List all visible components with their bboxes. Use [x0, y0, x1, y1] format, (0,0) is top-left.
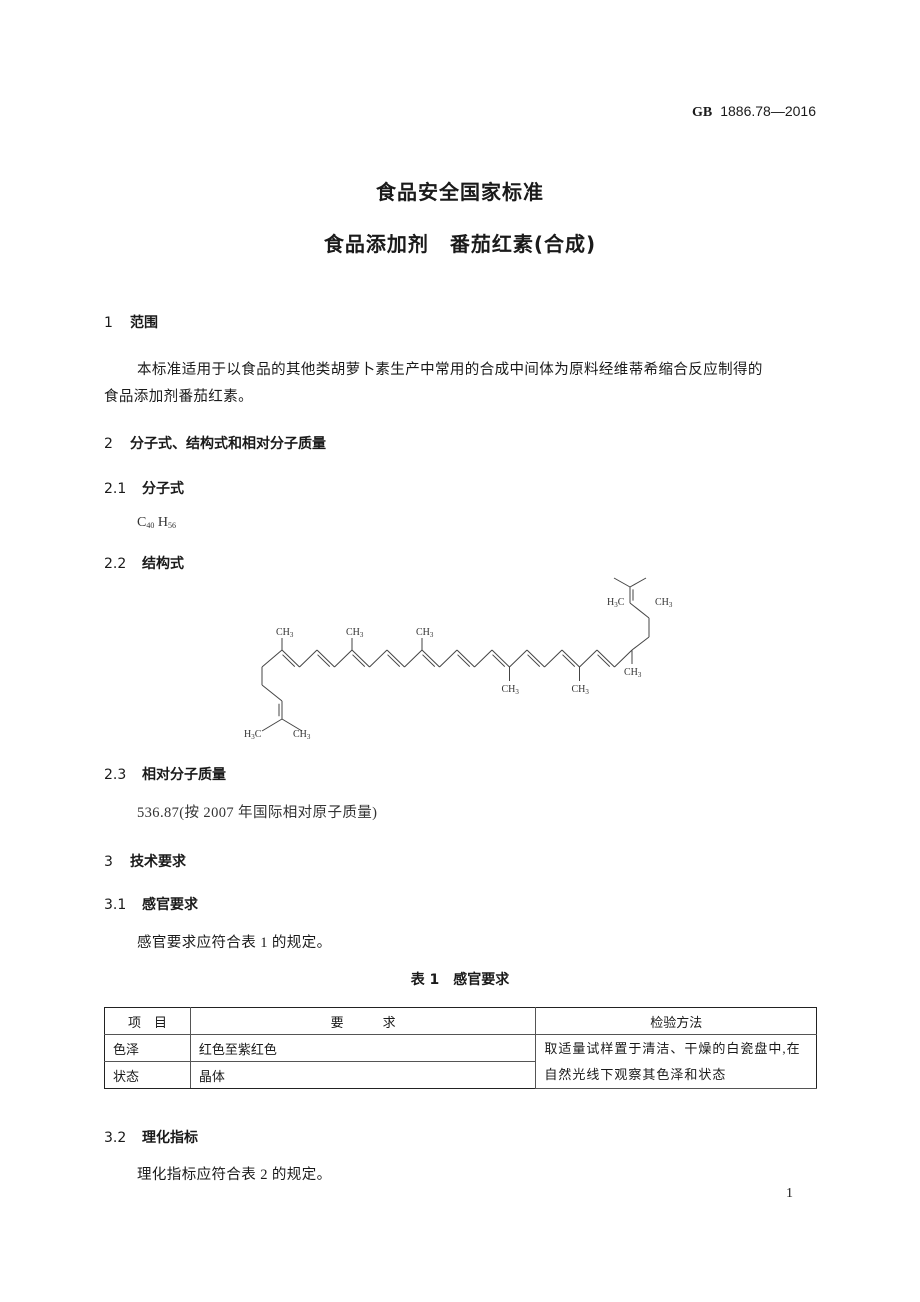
molecule-bonds	[261, 577, 650, 732]
single-bond	[334, 649, 353, 668]
double-bond	[316, 649, 335, 668]
molecule-labels: H3C CH3 CH3 CH3 CH3 CH3 CH3 CH3 H3C CH3	[244, 597, 673, 741]
table-1-caption: 表 1 感官要求	[410, 972, 510, 988]
section-3-2-heading: 3.2 理化指标	[104, 1127, 198, 1147]
table-header-item: 项 目	[104, 1007, 191, 1035]
structural-formula: H3C CH3 CH3 CH3 CH3 CH3 CH3 CH3 H3C CH3	[244, 577, 673, 741]
double-bond	[351, 649, 370, 668]
single-bond	[579, 649, 598, 668]
double-bond	[561, 649, 580, 668]
single-bond	[613, 577, 631, 588]
table-cell-method: 取适量试样置于清洁、干燥的白瓷盘中,在 自然光线下观察其色泽和状态	[535, 1034, 817, 1089]
table-row: 色泽 红色至紫红色 取适量试样置于清洁、干燥的白瓷盘中,在 自然光线下观察其色泽…	[104, 1034, 817, 1089]
single-bond	[509, 649, 528, 668]
section-number: 2.3	[104, 767, 127, 783]
section-title: 技术要求	[130, 854, 186, 870]
single-bond	[474, 649, 493, 668]
table-cell-item: 色泽	[104, 1034, 191, 1062]
methyl-label-ch3: CH3	[293, 729, 311, 741]
section-title: 理化指标	[142, 1130, 198, 1146]
section-2-3-heading: 2.3 相对分子质量	[104, 764, 226, 784]
method-line1: 取适量试样置于清洁、干燥的白瓷盘中,在	[544, 1040, 801, 1056]
single-bond	[629, 602, 650, 619]
methyl-label-ch3: CH3	[572, 684, 590, 696]
single-bond	[629, 577, 647, 588]
single-bond	[261, 684, 283, 702]
section-title: 相对分子质量	[142, 767, 226, 783]
molecular-mass: 536.87(按 2007 年国际相对原子质量)	[137, 805, 378, 821]
single-bond	[439, 649, 458, 668]
double-bond	[456, 649, 475, 668]
section-number: 3.2	[104, 1130, 127, 1146]
table-header-requirement: 要 求	[189, 1007, 537, 1035]
double-bond	[421, 649, 440, 668]
methyl-label-ch3: CH3	[624, 667, 642, 679]
single-bond	[261, 649, 283, 668]
methyl-label-ch3: CH3	[346, 627, 364, 639]
table-cell-requirement: 晶体	[189, 1061, 537, 1089]
single-bond	[369, 649, 388, 668]
double-bond	[281, 649, 300, 668]
single-bond	[631, 636, 650, 651]
single-bond	[299, 649, 318, 668]
section-title: 感官要求	[142, 897, 198, 913]
single-bond	[404, 649, 423, 668]
table-header-method: 检验方法	[535, 1007, 817, 1035]
section-3-1-heading: 3.1 感官要求	[104, 894, 198, 914]
table-cell-requirement: 红色至紫红色	[189, 1034, 537, 1062]
single-bond	[614, 649, 633, 668]
physicochemical-text: 理化指标应符合表 2 的规定。	[137, 1167, 332, 1183]
single-bond	[544, 649, 563, 668]
double-bond	[491, 649, 510, 668]
sensory-requirements-text: 感官要求应符合表 1 的规定。	[137, 935, 332, 951]
single-bond	[261, 718, 283, 732]
methyl-label-ch3: CH3	[502, 684, 520, 696]
table-header-row: 项 目 要 求 检验方法	[104, 1007, 817, 1035]
sensory-requirements-table: 项 目 要 求 检验方法 色泽 红色至紫红色 取适量试样置于清洁、干燥的白瓷盘中…	[104, 1007, 817, 1089]
methyl-label-ch3: CH3	[276, 627, 294, 639]
section-number: 3	[104, 854, 113, 870]
section-number: 3.1	[104, 897, 127, 913]
methyl-label-ch3: CH3	[655, 597, 673, 609]
methyl-label-h3c: H3C	[244, 729, 262, 741]
double-bond	[386, 649, 405, 668]
page-number: 1	[786, 1186, 793, 1201]
double-bond	[526, 649, 545, 668]
methyl-label-h3c: H3C	[607, 597, 625, 609]
methyl-label-ch3: CH3	[416, 627, 434, 639]
method-line2: 自然光线下观察其色泽和状态	[544, 1066, 727, 1082]
table-cell-item: 状态	[104, 1061, 191, 1089]
section-3-heading: 3 技术要求	[104, 851, 186, 871]
double-bond	[596, 649, 615, 668]
